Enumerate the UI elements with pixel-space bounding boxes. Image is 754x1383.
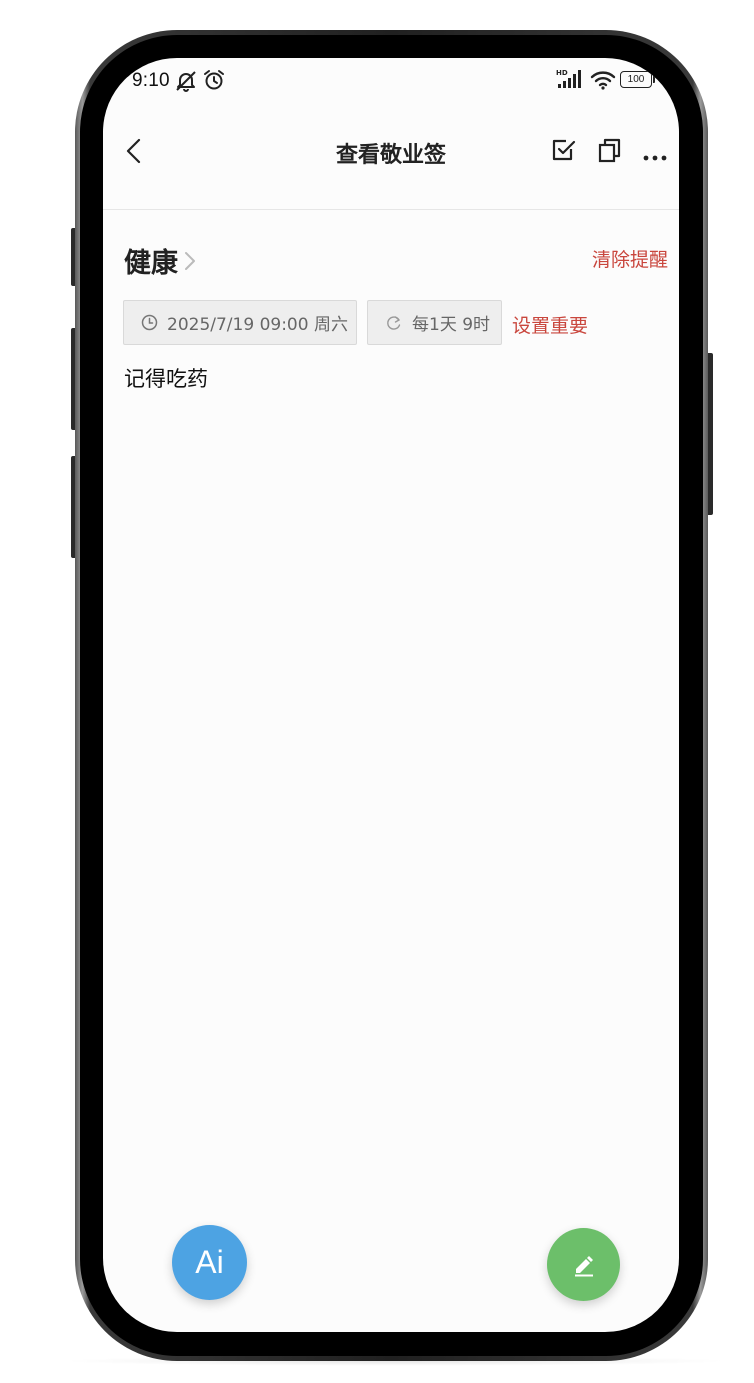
- alarm-icon: [203, 69, 225, 95]
- wifi-icon: [590, 69, 616, 95]
- reminder-datetime-text: 2025/7/19 09:00 周六: [167, 315, 348, 335]
- page-title: 查看敬业签: [335, 143, 446, 168]
- category-label: 健康: [124, 248, 178, 279]
- battery-level: 100: [627, 73, 645, 85]
- repeat-text: 每1天 9时: [412, 315, 491, 335]
- reminder-datetime-chip[interactable]: 2025/7/19 09:00 周六: [123, 300, 357, 345]
- clear-reminder-link[interactable]: 清除提醒: [592, 245, 668, 272]
- clock-icon: [141, 314, 158, 331]
- nav-divider: [103, 209, 679, 210]
- phone-frame: 9:10 HD 100 查看敬业签 健康 清除提醒 2025/7/19 09:0…: [75, 30, 708, 1361]
- status-time: 9:10: [132, 70, 170, 91]
- chevron-right-icon: [183, 250, 197, 272]
- set-important-link[interactable]: 设置重要: [512, 311, 588, 338]
- ai-button[interactable]: Ai: [172, 1225, 247, 1300]
- ai-button-label: Ai: [195, 1244, 224, 1280]
- phone-bezel: 9:10 HD 100 查看敬业签 健康 清除提醒 2025/7/19 09:0…: [80, 35, 703, 1356]
- mute-icon: [174, 70, 198, 96]
- status-bar: 9:10 HD 100: [103, 58, 679, 108]
- app-screen: 9:10 HD 100 查看敬业签 健康 清除提醒 2025/7/19 09:0…: [103, 58, 679, 1332]
- more-icon[interactable]: [643, 147, 667, 166]
- repeat-chip[interactable]: 每1天 9时: [367, 300, 502, 345]
- copy-icon[interactable]: [597, 137, 623, 167]
- category-selector[interactable]: 健康: [124, 241, 197, 280]
- top-nav-bar: 查看敬业签: [103, 120, 679, 186]
- checkbox-icon[interactable]: [551, 137, 577, 167]
- repeat-icon: [385, 314, 403, 332]
- battery-icon: 100: [620, 71, 656, 88]
- pen-icon: [571, 1252, 597, 1278]
- hd-signal-icon: HD: [556, 68, 584, 94]
- svg-text:HD: HD: [556, 69, 568, 77]
- note-content[interactable]: 记得吃药: [124, 363, 208, 393]
- edit-button[interactable]: [547, 1228, 620, 1301]
